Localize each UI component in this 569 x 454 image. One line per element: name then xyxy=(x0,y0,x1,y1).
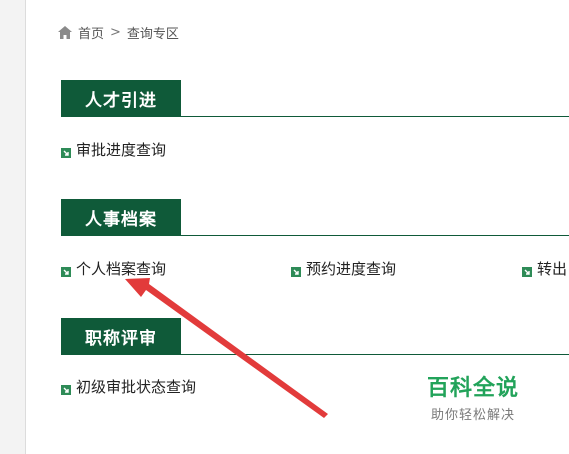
link-label: 初级审批状态查询 xyxy=(76,377,197,396)
bullet-arrow-icon xyxy=(291,263,301,277)
link-label: 个人档案查询 xyxy=(76,259,167,278)
section-talent-intro: 人才引进 xyxy=(61,80,569,117)
section-title: 人才引进 xyxy=(61,80,181,116)
link-label: 转出 xyxy=(537,259,568,278)
bullet-arrow-icon xyxy=(61,144,71,158)
link-appointment-progress-query[interactable]: 预约进度查询 xyxy=(291,258,396,278)
breadcrumb: 首页 > 查询专区 xyxy=(58,22,179,42)
link-label: 审批进度查询 xyxy=(76,140,167,159)
link-transfer-out[interactable]: 转出 xyxy=(522,258,567,278)
bullet-arrow-icon xyxy=(61,263,71,277)
watermark-title: 百科全说 xyxy=(426,375,519,401)
link-personal-archive-query[interactable]: 个人档案查询 xyxy=(61,258,166,278)
link-label: 预约进度查询 xyxy=(306,259,397,278)
section-personnel-archives: 人事档案 xyxy=(61,199,569,236)
section-title: 职称评审 xyxy=(61,318,181,354)
watermark-subtitle: 助你轻松解决 xyxy=(430,407,515,423)
bullet-arrow-icon xyxy=(61,381,71,395)
breadcrumb-current: 查询专区 xyxy=(126,26,179,42)
link-junior-approval-status-query[interactable]: 初级审批状态查询 xyxy=(61,376,196,396)
bullet-arrow-icon xyxy=(522,263,532,277)
breadcrumb-home-link[interactable]: 首页 xyxy=(78,23,104,42)
breadcrumb-separator: > xyxy=(110,24,121,40)
watermark-logo: 百科全说 助你轻松解决 xyxy=(402,364,544,428)
section-title-evaluation: 职称评审 xyxy=(61,318,569,355)
home-icon[interactable] xyxy=(58,25,72,39)
section-title: 人事档案 xyxy=(61,199,181,235)
link-approval-progress-query[interactable]: 审批进度查询 xyxy=(61,139,166,159)
